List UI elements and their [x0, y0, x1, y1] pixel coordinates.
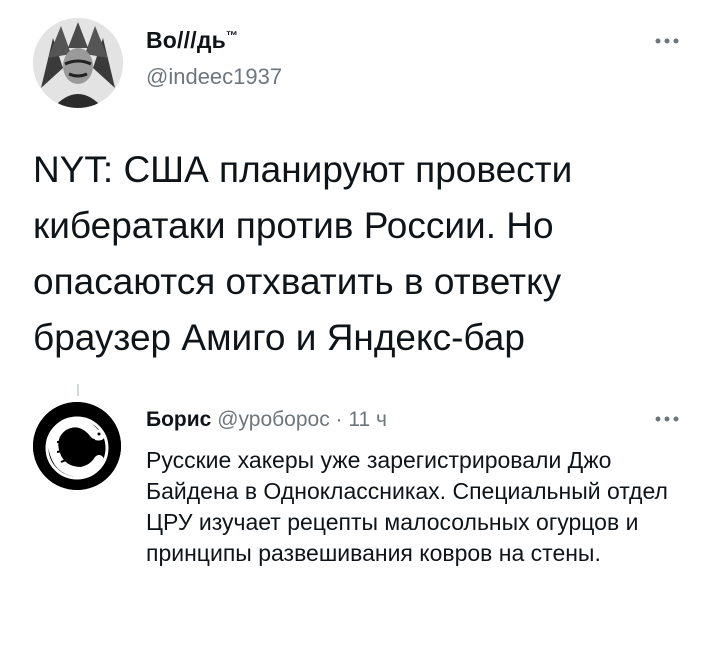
author-name-text: Во///дь	[146, 27, 226, 53]
reply-more-options-button[interactable]	[650, 410, 686, 428]
separator-dot: ·	[335, 408, 343, 431]
author-avatar[interactable]	[33, 18, 123, 108]
more-horizontal-icon	[655, 416, 679, 422]
thread-connector-line	[77, 384, 79, 396]
reply-author-handle[interactable]: @уроборос	[217, 408, 330, 431]
serpent-logo-icon	[33, 402, 121, 490]
reply-header: Борис @уроборос · 11 ч	[146, 408, 387, 432]
tweet-text: NYT: США планируют провести кибератаки п…	[33, 149, 573, 358]
headdress-portrait-icon	[33, 18, 123, 108]
reply-author-avatar[interactable]	[33, 402, 121, 490]
reply-author-name[interactable]: Борис	[146, 408, 211, 431]
more-options-button[interactable]	[650, 32, 686, 50]
more-horizontal-icon	[655, 38, 679, 44]
author-name[interactable]: Во///дь™	[146, 27, 238, 54]
author-handle[interactable]: @indeec1937	[146, 64, 282, 90]
reply-text: Русские хакеры уже зарегистрировали Джо …	[146, 447, 668, 566]
trademark-mark: ™	[225, 28, 239, 43]
reply-timestamp[interactable]: 11 ч	[348, 408, 387, 431]
